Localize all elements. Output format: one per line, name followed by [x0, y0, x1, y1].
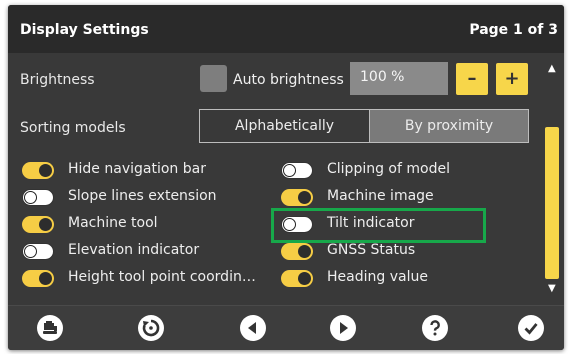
confirm-icon[interactable]: [518, 315, 544, 341]
display-settings-panel: Display Settings Page 1 of 3 Brightness …: [8, 5, 564, 350]
toggle-row-gnss-status[interactable]: GNSS Status: [281, 240, 531, 264]
toggle-switch[interactable]: [22, 270, 54, 287]
auto-brightness-label: Auto brightness: [233, 72, 344, 88]
brightness-decrease-button[interactable]: –: [456, 63, 488, 95]
machine-settings-icon[interactable]: [37, 315, 63, 341]
help-icon[interactable]: [422, 315, 448, 341]
auto-brightness-checkbox[interactable]: [200, 65, 227, 92]
brightness-value-field[interactable]: 100 %: [350, 62, 448, 95]
toggle-label: Machine tool: [68, 215, 158, 231]
toggle-label: Slope lines extension: [68, 188, 217, 204]
toggle-label: Height tool point coordin…: [68, 269, 256, 285]
toggle-switch[interactable]: [281, 270, 313, 287]
toggle-label: Machine image: [327, 188, 434, 204]
toggle-switch[interactable]: [22, 243, 54, 260]
brightness-label: Brightness: [20, 72, 95, 88]
toggle-row-elevation-indicator[interactable]: Elevation indicator: [22, 240, 272, 264]
page-title: Display Settings: [20, 22, 149, 38]
scroll-down-icon[interactable]: ▼: [548, 283, 556, 294]
toggle-row-hide-navigation-bar[interactable]: Hide navigation bar: [22, 159, 272, 183]
scrollbar-thumb[interactable]: [545, 127, 559, 279]
toggle-row-machine-tool[interactable]: Machine tool: [22, 213, 272, 237]
toggle-switch[interactable]: [22, 162, 54, 179]
toggle-label: Elevation indicator: [68, 242, 200, 258]
toggle-switch[interactable]: [281, 189, 313, 206]
screen: Display Settings Page 1 of 3 Brightness …: [0, 0, 570, 354]
toggle-switch[interactable]: [22, 216, 54, 233]
sorting-models-label: Sorting models: [20, 120, 126, 136]
bottom-toolbar: [8, 305, 564, 350]
toggle-row-heading-value[interactable]: Heading value: [281, 267, 531, 291]
toggle-switch[interactable]: [281, 243, 313, 260]
toggle-row-clipping-of-model[interactable]: Clipping of model: [281, 159, 531, 183]
toggle-row-height-tool-point-coordinates[interactable]: Height tool point coordin…: [22, 267, 272, 291]
brightness-increase-button[interactable]: +: [496, 63, 528, 95]
sort-alphabetically-option[interactable]: Alphabetically: [199, 109, 370, 143]
toggle-label: Hide navigation bar: [68, 161, 206, 177]
toggle-label: Clipping of model: [327, 161, 450, 177]
page-indicator: Page 1 of 3: [469, 22, 558, 38]
toggle-label: Heading value: [327, 269, 428, 285]
reset-icon[interactable]: [138, 315, 164, 341]
toggle-switch[interactable]: [281, 162, 313, 179]
scroll-up-icon[interactable]: ▲: [548, 63, 556, 74]
tilt-indicator-highlight: [271, 208, 486, 243]
header-bar: Display Settings Page 1 of 3: [8, 5, 564, 53]
previous-icon[interactable]: [240, 315, 266, 341]
toggle-row-slope-lines-extension[interactable]: Slope lines extension: [22, 186, 272, 210]
sort-by-proximity-option[interactable]: By proximity: [369, 109, 529, 143]
toggle-label: GNSS Status: [327, 242, 416, 258]
toggle-switch[interactable]: [22, 189, 54, 206]
next-icon[interactable]: [330, 315, 356, 341]
toggle-row-machine-image[interactable]: Machine image: [281, 186, 531, 210]
